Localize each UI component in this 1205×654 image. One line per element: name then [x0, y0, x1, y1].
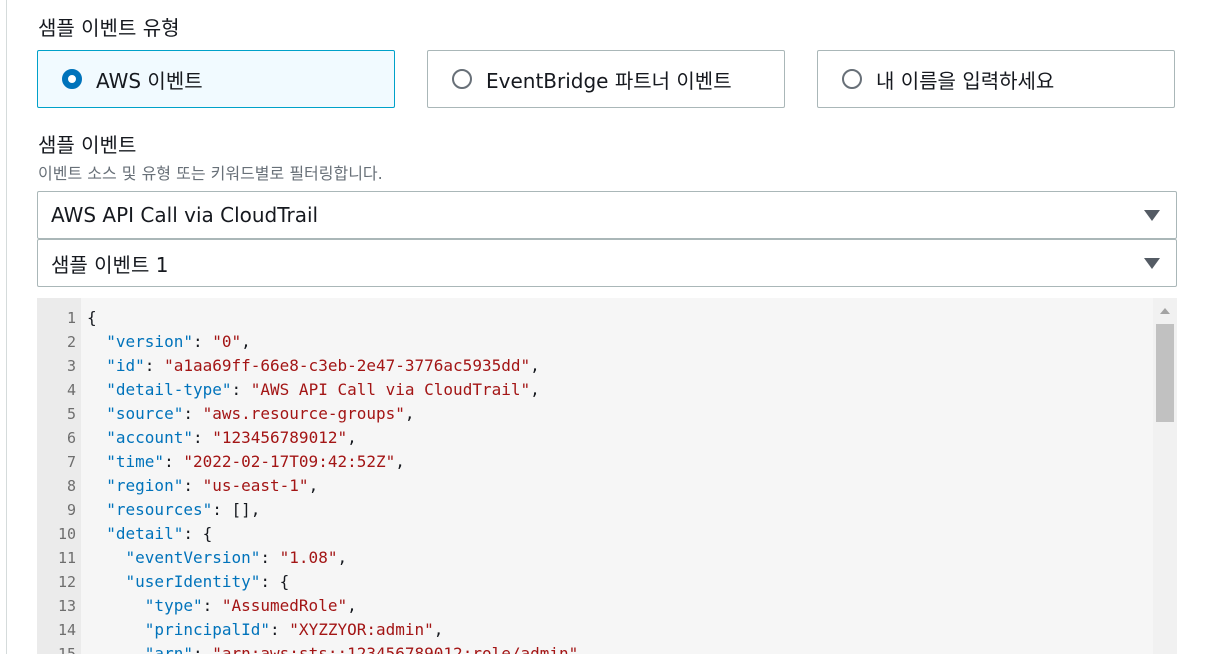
event-type-option-custom[interactable]: 내 이름을 입력하세요	[817, 50, 1175, 108]
panel-divider	[6, 0, 7, 654]
code-line: 1{	[37, 306, 1151, 330]
radio-unchecked-icon[interactable]	[452, 69, 472, 89]
code-line: 2 "version": "0",	[37, 330, 1151, 354]
sample-event-code-editor[interactable]: 1{2 "version": "0", 3 "id": "a1aa69ff-66e…	[37, 298, 1177, 654]
line-number: 3	[66, 357, 76, 375]
code-line: 11 "eventVersion": "1.08",	[37, 546, 1151, 570]
code-line: 5 "source": "aws.resource-groups",	[37, 402, 1151, 426]
event-type-option-partner[interactable]: EventBridge 파트너 이벤트	[427, 50, 785, 108]
code-text: "version": "0",	[106, 332, 251, 351]
event-type-option-aws[interactable]: AWS 이벤트	[37, 50, 395, 108]
radio-unchecked-icon[interactable]	[842, 69, 862, 89]
json-key: "detail"	[106, 524, 184, 543]
caret-down-icon	[1144, 258, 1160, 269]
line-number: 4	[66, 381, 76, 399]
json-key: "userIdentity"	[125, 572, 261, 591]
code-line: 4 "detail-type": "AWS API Call via Cloud…	[37, 378, 1151, 402]
sample-event-label: 샘플 이벤트	[38, 133, 137, 157]
line-number: 2	[66, 333, 76, 351]
sample-event-select[interactable]: 샘플 이벤트 1	[37, 239, 1177, 287]
code-text: "eventVersion": "1.08",	[125, 548, 348, 567]
code-text: "time": "2022-02-17T09:42:52Z",	[106, 452, 405, 471]
caret-down-icon	[1144, 210, 1160, 221]
event-type-option-label: AWS 이벤트	[96, 68, 203, 93]
event-type-label: 샘플 이벤트 유형	[38, 16, 180, 40]
event-source-select[interactable]: AWS API Call via CloudTrail	[37, 191, 1177, 239]
line-number: 14	[57, 621, 76, 639]
json-key: "resources"	[106, 500, 213, 519]
json-key: "time"	[106, 452, 165, 471]
json-key: "id"	[106, 356, 145, 375]
scroll-up-icon[interactable]	[1153, 300, 1177, 318]
code-line: 13 "type": "AssumedRole",	[37, 594, 1151, 618]
line-number: 11	[57, 549, 76, 567]
json-string-value: "0"	[212, 332, 242, 351]
code-line: 14 "principalId": "XYZZYOR:admin",	[37, 618, 1151, 642]
json-string-value: "XYZZYOR:admin"	[289, 620, 434, 639]
json-string-value: "AWS API Call via CloudTrail"	[250, 380, 531, 399]
event-type-option-label: EventBridge 파트너 이벤트	[486, 68, 732, 93]
code-line: 9 "resources": [],	[37, 498, 1151, 522]
json-key: "arn"	[144, 644, 193, 654]
event-type-option-label: 내 이름을 입력하세요	[876, 68, 1055, 93]
line-number: 13	[57, 597, 76, 615]
json-key: "source"	[106, 404, 184, 423]
json-key: "eventVersion"	[125, 548, 261, 567]
event-source-select-value: AWS API Call via CloudTrail	[51, 203, 319, 227]
line-number: 1	[66, 309, 76, 327]
code-text: {	[87, 308, 97, 327]
code-text: "resources": [],	[106, 500, 261, 519]
editor-scrollbar[interactable]	[1153, 298, 1177, 654]
json-string-value: "a1aa69ff-66e8-c3eb-2e47-3776ac5935dd"	[164, 356, 531, 375]
code-text: "source": "aws.resource-groups",	[106, 404, 415, 423]
line-number: 10	[57, 525, 76, 543]
code-text: "type": "AssumedRole",	[144, 596, 357, 615]
json-string-value: "aws.resource-groups"	[202, 404, 405, 423]
line-number: 7	[66, 453, 76, 471]
json-string-value: "AssumedRole"	[221, 596, 348, 615]
json-string-value: "123456789012"	[212, 428, 348, 447]
code-line: 10 "detail": {	[37, 522, 1151, 546]
scrollbar-thumb[interactable]	[1156, 324, 1174, 422]
json-string-value: "1.08"	[279, 548, 338, 567]
code-lines: 1{2 "version": "0", 3 "id": "a1aa69ff-66e…	[37, 306, 1151, 654]
json-string-value: "arn:aws:sts::123456789012:role/admin"	[212, 644, 579, 654]
line-number: 5	[66, 405, 76, 423]
line-number: 12	[57, 573, 76, 591]
code-line: 3 "id": "a1aa69ff-66e8-c3eb-2e47-3776ac5…	[37, 354, 1151, 378]
json-key: "region"	[106, 476, 184, 495]
line-number: 6	[66, 429, 76, 447]
code-text: "arn": "arn:aws:sts::123456789012:role/a…	[87, 642, 588, 654]
line-number: 9	[66, 501, 76, 519]
json-key: "principalId"	[144, 620, 271, 639]
line-number: 15	[57, 645, 76, 654]
json-key: "version"	[106, 332, 193, 351]
json-string-value: "2022-02-17T09:42:52Z"	[183, 452, 396, 471]
code-line: 7 "time": "2022-02-17T09:42:52Z",	[37, 450, 1151, 474]
code-line: 8 "region": "us-east-1",	[37, 474, 1151, 498]
code-line: 6 "account": "123456789012",	[37, 426, 1151, 450]
json-key: "account"	[106, 428, 193, 447]
code-text: "region": "us-east-1",	[106, 476, 319, 495]
json-key: "type"	[144, 596, 203, 615]
code-text: "detail-type": "AWS API Call via CloudTr…	[106, 380, 540, 399]
event-pattern-panel: 샘플 이벤트 유형 AWS 이벤트 EventBridge 파트너 이벤트 내 …	[0, 0, 1205, 654]
radio-checked-icon[interactable]	[62, 69, 82, 89]
code-text: "account": "123456789012",	[106, 428, 357, 447]
json-key: "detail-type"	[106, 380, 232, 399]
code-line: 12 "userIdentity": {	[37, 570, 1151, 594]
code-text: "id": "a1aa69ff-66e8-c3eb-2e47-3776ac593…	[106, 356, 540, 375]
code-text: "principalId": "XYZZYOR:admin",	[144, 620, 444, 639]
code-text: "userIdentity": {	[125, 572, 290, 591]
json-string-value: "us-east-1"	[202, 476, 309, 495]
code-text: "detail": {	[106, 524, 213, 543]
sample-event-description: 이벤트 소스 및 유형 또는 키워드별로 필터링합니다.	[38, 164, 383, 183]
line-number: 8	[66, 477, 76, 495]
sample-event-select-value: 샘플 이벤트 1	[51, 252, 169, 277]
code-line: 15 "arn": "arn:aws:sts::123456789012:rol…	[37, 642, 1151, 654]
